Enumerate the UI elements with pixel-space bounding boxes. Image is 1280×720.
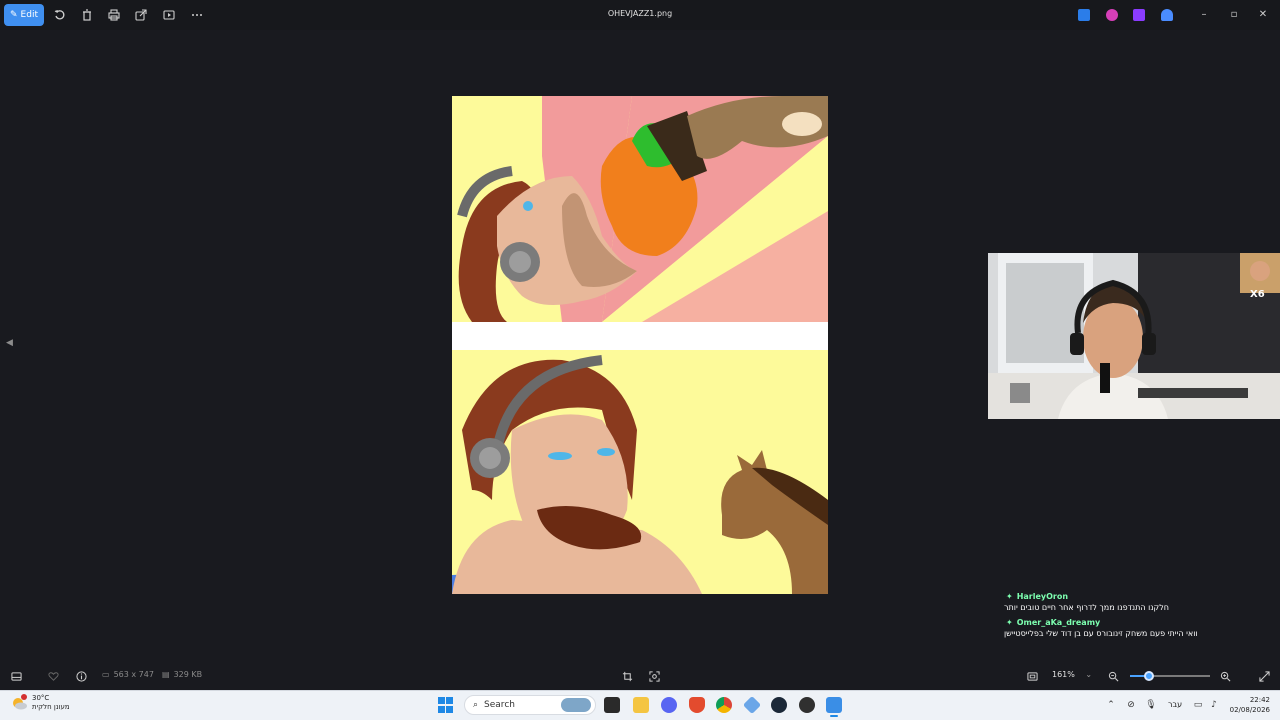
steam-icon[interactable] bbox=[771, 697, 787, 713]
zoom-slider[interactable] bbox=[1130, 675, 1210, 677]
photos-app-icon[interactable] bbox=[826, 697, 842, 717]
minimize-icon[interactable]: – bbox=[1198, 9, 1210, 21]
image-canvas bbox=[452, 96, 828, 594]
display-icon[interactable]: ▭ bbox=[1192, 699, 1204, 711]
chevron-up-icon[interactable]: ⌃ bbox=[1105, 699, 1117, 711]
crop-icon[interactable] bbox=[620, 669, 634, 683]
chat-overlay: ✦ HarleyOron חלקנו התנדפנו ממך לדרוף אחר… bbox=[1000, 592, 1270, 644]
app-icon-purple[interactable] bbox=[1133, 9, 1145, 21]
chat-text: וואי הייתי פעם משחק זינובורס עם בן דוד ש… bbox=[1004, 629, 1198, 638]
file-size: ▤ 329 KB bbox=[162, 670, 202, 679]
print-icon[interactable] bbox=[107, 8, 121, 22]
fullscreen-icon[interactable] bbox=[1257, 669, 1271, 683]
chat-message: ✦ Omer_aKa_dreamy וואי הייתי פעם משחק זי… bbox=[1000, 618, 1270, 638]
volume-icon[interactable]: ♪ bbox=[1208, 699, 1220, 711]
image-dimensions: ▭ 563 x 747 bbox=[102, 670, 154, 679]
edit-icon: ✎ bbox=[10, 10, 18, 20]
zoom-dropdown[interactable]: 161% ⌄ bbox=[1052, 670, 1092, 679]
file-explorer-icon[interactable] bbox=[633, 697, 649, 713]
share-icon[interactable] bbox=[134, 8, 148, 22]
task-view-icon[interactable] bbox=[604, 697, 620, 713]
input-language[interactable]: עבר bbox=[1168, 700, 1182, 709]
edit-button[interactable]: ✎ Edit bbox=[4, 4, 44, 26]
bottom-panel-illustration bbox=[452, 350, 828, 594]
chat-username: HarleyOron bbox=[1016, 592, 1069, 601]
favorite-icon[interactable] bbox=[46, 669, 60, 683]
start-button[interactable] bbox=[438, 697, 454, 713]
dimensions-value: 563 x 747 bbox=[113, 670, 154, 679]
app-icon-pink[interactable] bbox=[1106, 9, 1118, 21]
edit-label: Edit bbox=[20, 10, 38, 20]
taskbar-search[interactable]: ⌕ Search bbox=[464, 695, 596, 715]
search-highlight-icon bbox=[561, 698, 591, 712]
sparkle-icon: ✦ bbox=[1006, 592, 1013, 601]
rotate-icon[interactable] bbox=[53, 8, 67, 22]
maximize-icon[interactable]: ▫ bbox=[1228, 9, 1240, 21]
more-options-icon[interactable] bbox=[190, 8, 204, 22]
search-icon: ⌕ bbox=[473, 700, 479, 710]
weather-widget[interactable]: 30°C מעונן חלקית bbox=[10, 694, 70, 712]
chat-message: ✦ HarleyOron חלקנו התנדפנו ממך לדרוף אחר… bbox=[1000, 592, 1270, 612]
file-title: OHEVJAZZ1.png bbox=[607, 9, 673, 18]
weather-description: מעונן חלקית bbox=[32, 703, 70, 711]
chat-text: חלקנו התנדפנו ממך לדרוף אחר חיים טובים י… bbox=[1004, 603, 1169, 612]
fit-to-window-icon[interactable] bbox=[1025, 669, 1039, 683]
microphone-icon[interactable]: 🎙 bbox=[1145, 699, 1157, 711]
visual-search-icon[interactable] bbox=[647, 669, 661, 683]
delete-icon[interactable] bbox=[80, 8, 94, 22]
panel-divider bbox=[452, 322, 828, 350]
system-clock[interactable]: 22:42 02/08/2026 bbox=[1222, 695, 1270, 715]
zoom-in-icon[interactable] bbox=[1218, 669, 1232, 683]
top-panel-illustration bbox=[452, 96, 828, 322]
previous-image-icon[interactable]: ◀ bbox=[6, 338, 18, 352]
chrome-icon[interactable] bbox=[716, 697, 732, 713]
filmstrip-icon[interactable] bbox=[9, 669, 23, 683]
emote-badge: X6 bbox=[1250, 289, 1265, 300]
obs-icon[interactable] bbox=[799, 697, 815, 713]
discord-icon[interactable] bbox=[661, 697, 677, 713]
zoom-out-icon[interactable] bbox=[1106, 669, 1120, 683]
dimensions-icon: ▭ bbox=[102, 670, 110, 679]
network-icon[interactable]: ⊘ bbox=[1125, 699, 1137, 711]
clock-date: 02/08/2026 bbox=[1229, 706, 1270, 714]
chevron-down-icon: ⌄ bbox=[1085, 670, 1093, 679]
sparkle-icon: ✦ bbox=[1006, 618, 1013, 627]
zoom-value: 161% bbox=[1052, 670, 1075, 679]
brave-icon[interactable] bbox=[689, 697, 705, 713]
storage-icon: ▤ bbox=[162, 670, 170, 679]
close-icon[interactable]: ✕ bbox=[1257, 9, 1269, 21]
cloud-icon[interactable] bbox=[1161, 9, 1173, 21]
search-placeholder: Search bbox=[484, 700, 515, 710]
webcam-feed bbox=[988, 253, 1280, 419]
weather-icon bbox=[10, 694, 28, 712]
chat-username: Omer_aKa_dreamy bbox=[1016, 618, 1101, 627]
slideshow-icon[interactable] bbox=[162, 8, 176, 22]
webcam-overlay: X6 bbox=[988, 253, 1280, 419]
info-icon[interactable] bbox=[74, 669, 88, 683]
app-icon-blue[interactable] bbox=[1078, 9, 1090, 21]
file-size-value: 329 KB bbox=[173, 670, 203, 679]
weather-temperature: 30°C bbox=[32, 694, 50, 702]
clock-time: 22:42 bbox=[1249, 696, 1270, 704]
